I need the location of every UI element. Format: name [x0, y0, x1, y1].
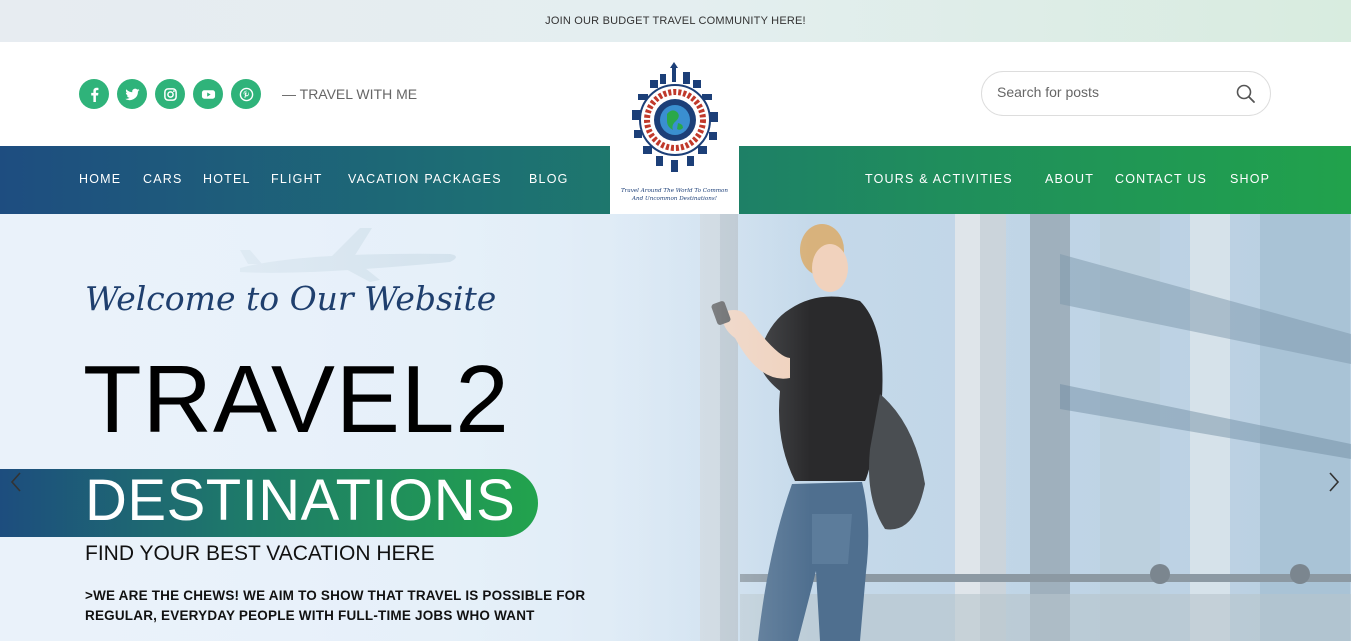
nav-hotel[interactable]: HOTEL — [203, 172, 251, 186]
hero-highlight: DESTINATIONS — [85, 468, 516, 533]
instagram-icon[interactable] — [155, 79, 185, 109]
twitter-icon[interactable] — [117, 79, 147, 109]
chevron-right-icon — [1329, 472, 1340, 492]
svg-text:And Uncommon Destinations!: And Uncommon Destinations! — [631, 196, 717, 202]
nav-flight[interactable]: FLIGHT — [271, 172, 323, 186]
pinterest-icon[interactable] — [231, 79, 261, 109]
nav-vacation-packages[interactable]: VACATION PACKAGES — [348, 172, 502, 186]
hero-subtitle: FIND YOUR BEST VACATION HERE — [85, 542, 435, 565]
hero-welcome: Welcome to Our Website — [85, 279, 497, 318]
hero-title: TRAVEL2 — [83, 346, 510, 453]
nav-tours-activities[interactable]: TOURS & ACTIVITIES — [865, 172, 1013, 186]
site-logo[interactable]: Travel Around The World To Common And Un… — [610, 60, 739, 215]
youtube-icon[interactable] — [193, 79, 223, 109]
search-icon[interactable] — [1235, 83, 1257, 105]
hero-description: >WE ARE THE CHEWS! WE AIM TO SHOW THAT T… — [85, 588, 586, 623]
search-box[interactable] — [981, 71, 1271, 116]
announcement-text[interactable]: JOIN OUR BUDGET TRAVEL COMMUNITY HERE! — [545, 15, 806, 27]
hero-slider: Welcome to Our Website TRAVEL2 DESTINATI… — [0, 214, 1351, 641]
slider-next-arrow[interactable] — [1326, 471, 1342, 493]
search-input[interactable] — [997, 84, 1227, 100]
nav-about[interactable]: ABOUT — [1045, 172, 1094, 186]
nav-blog[interactable]: BLOG — [529, 172, 569, 186]
nav-cars[interactable]: CARS — [143, 172, 183, 186]
facebook-icon[interactable] — [79, 79, 109, 109]
logo-emblem: Travel Around The World To Common And Un… — [621, 62, 728, 202]
social-links — [79, 79, 261, 109]
nav-home[interactable]: HOME — [79, 172, 121, 186]
nav-contact-us[interactable]: CONTACT US — [1115, 172, 1207, 186]
slider-prev-arrow[interactable] — [8, 471, 24, 493]
announcement-bar[interactable]: JOIN OUR BUDGET TRAVEL COMMUNITY HERE! — [0, 0, 1351, 42]
header-tagline: — TRAVEL WITH ME — [282, 86, 418, 102]
nav-shop[interactable]: SHOP — [1230, 172, 1270, 186]
svg-text:Travel Around The World To Com: Travel Around The World To Common — [621, 188, 728, 194]
chevron-left-icon — [10, 472, 21, 492]
